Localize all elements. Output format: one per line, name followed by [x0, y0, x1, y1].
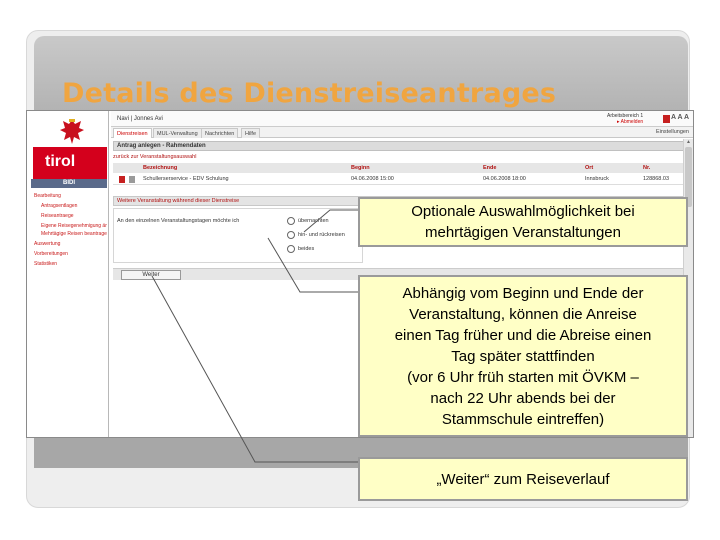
print-icon[interactable]	[129, 176, 135, 183]
callout-text: Abhängig vom Beginn und Ende der Veranst…	[394, 284, 652, 428]
column-header-beginn[interactable]: Beginn	[351, 163, 370, 173]
pdf-icon[interactable]	[663, 115, 670, 123]
column-header-nr[interactable]: Nr.	[643, 163, 650, 173]
tab-nachrichten[interactable]: Nachrichten	[201, 128, 239, 138]
sidebar-item-bearbeitung[interactable]: Bearbeitung	[31, 191, 107, 201]
weiter-button[interactable]: Weiter	[121, 270, 181, 280]
radio-label: beides	[298, 246, 315, 252]
callout-text: Optionale Auswahlmöglichkeit bei mehrtäg…	[411, 203, 635, 241]
sidebar-item-vorbereitungen[interactable]: Vorbereitungen	[31, 249, 107, 259]
sidebar-nav: Bearbeitung Antragsentlagen Reiseantraeg…	[31, 191, 107, 269]
tab-bar: Dienstreisen MUL-Verwaltung Nachrichten …	[111, 127, 693, 138]
section-title: Antrag anlegen - Rahmendaten	[113, 141, 685, 151]
table-header: Bezeichnung Beginn Ende Ort Nr.	[113, 163, 685, 173]
callout-text: „Weiter“ zum Reiseverlauf	[436, 470, 610, 488]
tirol-logo: tirol	[29, 113, 107, 181]
table-row[interactable]: Schullerserservice - EDV Schulung 04.06.…	[113, 174, 685, 185]
callout-travel-days: Abhängig vom Beginn und Ende der Veranst…	[358, 275, 688, 437]
sidebar-header: BIDI	[31, 179, 107, 188]
overnight-question: An den einzelnen Veranstaltungstagen möc…	[117, 218, 240, 224]
slide-title: Details des Dienstreiseantrages	[62, 78, 557, 109]
sidebar: tirol BIDI Bearbeitung Antragsentlagen R…	[27, 111, 109, 437]
delete-icon[interactable]	[119, 176, 125, 183]
sidebar-item-statistiken[interactable]: Statistiken	[31, 259, 107, 269]
cell-ende: 04.06.2008 18:00	[483, 176, 526, 182]
eagle-icon	[60, 119, 84, 144]
scroll-up-icon[interactable]: ▲	[685, 139, 692, 146]
radio-label: hin- und rückreisen	[298, 232, 345, 238]
sidebar-item-eigene-reisegenehmigung[interactable]: Eigene Reisegenehmigung ändern	[31, 223, 107, 229]
column-header-ort[interactable]: Ort	[585, 163, 593, 173]
tab-hilfe[interactable]: Hilfe	[241, 128, 261, 138]
back-link[interactable]: zurück zur Veranstaltungsauswahl	[113, 154, 196, 160]
top-right-controls: Arbeitsbereich 1 ▸ Abmelden A A A	[607, 113, 689, 125]
callout-weiter: „Weiter“ zum Reiseverlauf	[358, 457, 688, 501]
tab-dienstreisen[interactable]: Dienstreisen	[113, 128, 152, 138]
cell-ort: Innsbruck	[585, 176, 609, 182]
user-name: Navi | Jonnes Avi	[117, 116, 163, 122]
settings-link[interactable]: Einstellungen	[656, 129, 689, 135]
radio-label: übernachten	[298, 218, 329, 224]
font-size-control[interactable]: A A A	[671, 114, 689, 121]
column-header-ende[interactable]: Ende	[483, 163, 496, 173]
sidebar-item-mehrtaegige-reisen[interactable]: Mehrtägige Reisen beantragen	[31, 231, 107, 237]
sidebar-item-antragsentlagen[interactable]: Antragsentlagen	[31, 201, 107, 211]
sidebar-item-reiseantraege[interactable]: Reiseantraege	[31, 211, 107, 221]
cell-bezeichnung: Schullerserservice - EDV Schulung	[143, 176, 229, 182]
top-bar: Navi | Jonnes Avi Arbeitsbereich 1 ▸ Abm…	[111, 111, 693, 127]
column-header-bezeichnung[interactable]: Bezeichnung	[143, 163, 177, 173]
radio-button[interactable]	[287, 217, 295, 225]
cell-beginn: 04.06.2008 15:00	[351, 176, 394, 182]
tab-mul-verwaltung[interactable]: MUL-Verwaltung	[153, 128, 202, 138]
logo-text: tirol	[45, 153, 76, 170]
cell-nr: 128868.03	[643, 176, 669, 182]
radio-button[interactable]	[287, 231, 295, 239]
callout-optional-selection: Optionale Auswahlmöglichkeit bei mehrtäg…	[358, 197, 688, 247]
radio-button[interactable]	[287, 245, 295, 253]
logout-link[interactable]: ▸ Abmelden	[617, 119, 643, 125]
sidebar-item-auswertung[interactable]: Auswertung	[31, 239, 107, 249]
